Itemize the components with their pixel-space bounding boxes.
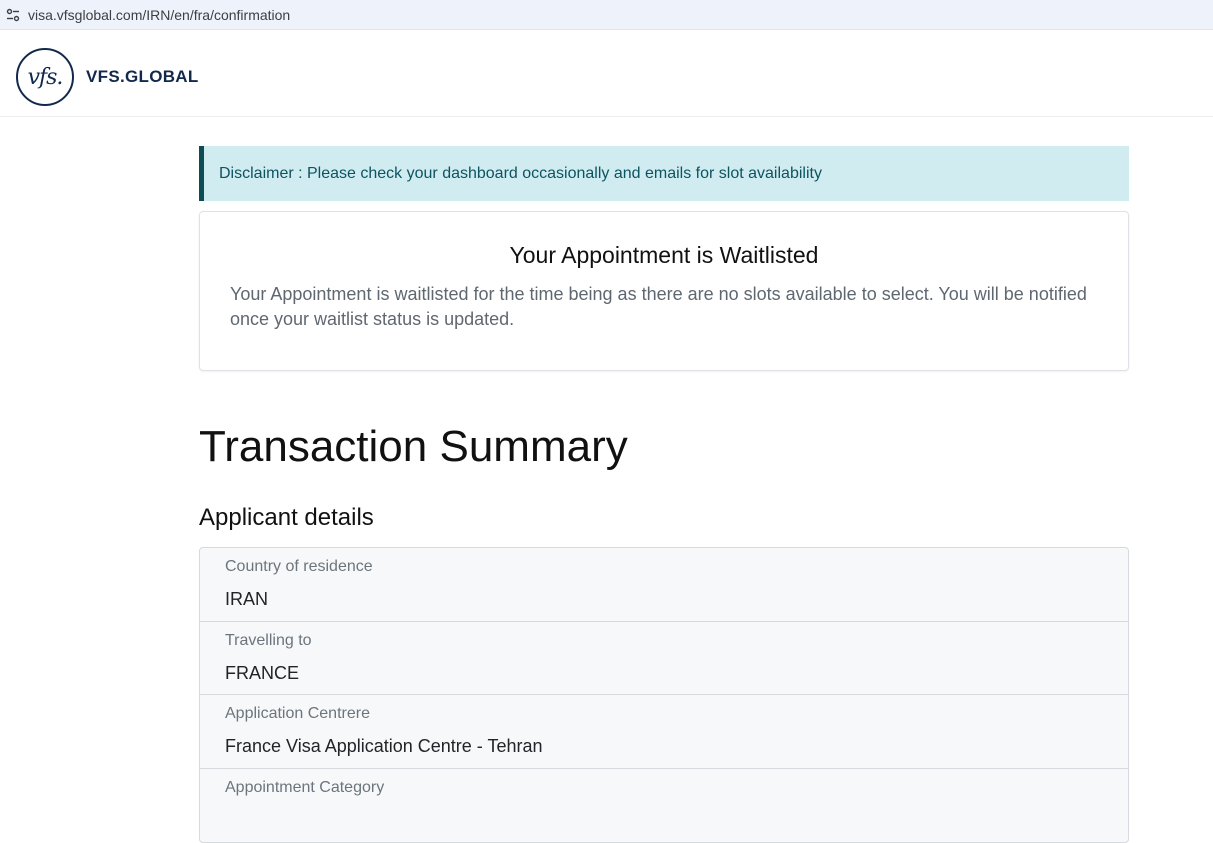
disclaimer-text: Disclaimer : Please check your dashboard…: [219, 164, 822, 182]
detail-row-application-centre: Application Centrere France Visa Applica…: [200, 695, 1128, 769]
detail-row-appointment-category: Appointment Category: [200, 769, 1128, 843]
waitlist-message: Your Appointment is waitlisted for the t…: [230, 284, 1087, 329]
detail-label: Country of residence: [225, 558, 373, 575]
logo-text: vfs.: [27, 64, 64, 90]
detail-label: Application Centrere: [225, 705, 370, 722]
vfs-logo[interactable]: vfs.: [16, 48, 74, 106]
disclaimer-alert: Disclaimer : Please check your dashboard…: [199, 146, 1129, 201]
detail-value: France Visa Application Centre - Tehran: [225, 736, 543, 756]
tune-icon[interactable]: [2, 4, 24, 26]
site-header: vfs. VFS.GLOBAL: [0, 38, 1213, 117]
browser-address-bar: visa.vfsglobal.com/IRN/en/fra/confirmati…: [0, 0, 1213, 30]
detail-label: Travelling to: [225, 631, 312, 649]
detail-row-travelling-to: Travelling to FRANCE: [200, 622, 1128, 695]
detail-label: Appointment Category: [225, 778, 385, 796]
main-content: Disclaimer : Please check your dashboard…: [199, 146, 1129, 843]
detail-row-country-of-residence: Country of residence IRAN: [200, 548, 1128, 622]
applicant-details-list: Country of residence IRAN Travelling to …: [199, 547, 1129, 843]
transaction-summary-title: Transaction Summary: [199, 422, 628, 471]
url-text[interactable]: visa.vfsglobal.com/IRN/en/fra/confirmati…: [28, 7, 290, 23]
brand-name[interactable]: VFS.GLOBAL: [86, 67, 199, 87]
applicant-details-title: Applicant details: [199, 504, 374, 531]
detail-value: FRANCE: [225, 662, 300, 683]
detail-value: IRAN: [225, 589, 269, 609]
waitlist-title: Your Appointment is Waitlisted: [509, 242, 819, 268]
waitlist-card: Your Appointment is Waitlisted Your Appo…: [199, 211, 1129, 371]
